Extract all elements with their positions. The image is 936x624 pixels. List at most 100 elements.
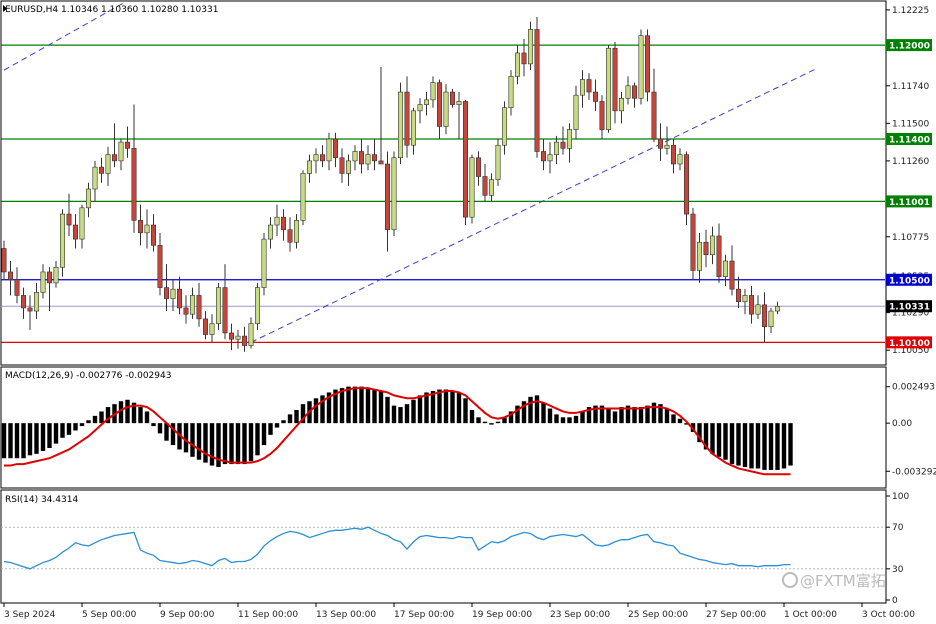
candle-body: [716, 235, 722, 277]
macd-bar: [651, 402, 657, 424]
candle-body: [125, 141, 131, 149]
macd-bar: [391, 405, 397, 424]
price-level-tag-label: 1.11400: [889, 135, 930, 145]
candle-body: [280, 216, 286, 231]
candle-body: [59, 213, 65, 268]
candle-body: [164, 287, 170, 299]
macd-axis: 0.002493 0.00 -0.003292: [886, 383, 936, 477]
candle-body: [651, 91, 657, 140]
price-tick-label: 1.10775: [892, 233, 929, 243]
candle-body: [274, 216, 280, 226]
candle-body: [170, 288, 176, 299]
macd-header: MACD(12,26,9) -0.002776 -0.002943: [5, 371, 171, 381]
candle-body: [449, 91, 455, 105]
candle: [644, 29, 650, 102]
macd-bar: [775, 423, 780, 470]
candle-body: [391, 157, 397, 231]
macd-bar: [736, 423, 741, 466]
candle-body: [8, 271, 14, 281]
macd-bar: [580, 411, 585, 424]
candle-body: [742, 295, 748, 302]
candle: [216, 282, 222, 330]
macd-bar: [255, 423, 260, 456]
candle-body: [332, 138, 338, 159]
candle-body: [183, 307, 189, 315]
macd-bar: [762, 423, 767, 470]
candle-body: [358, 151, 364, 165]
rsi-tick-label: 0: [892, 596, 898, 606]
macd-bar: [190, 423, 195, 457]
candle-body: [138, 220, 144, 234]
macd-bar: [294, 410, 299, 424]
macd-bar: [79, 423, 85, 427]
macd-tick-label: 0.00: [892, 419, 912, 429]
candle: [255, 282, 261, 330]
candle-body: [709, 235, 715, 256]
macd-bar: [482, 421, 488, 424]
candle: [300, 170, 306, 226]
candle-body: [735, 288, 741, 302]
candle: [462, 99, 468, 226]
macd-bar: [612, 411, 618, 424]
candle-body: [365, 154, 371, 165]
candle-body: [690, 213, 696, 271]
rsi-tick-label: 100: [892, 492, 909, 502]
price-tick-label: 1.11740: [892, 82, 929, 92]
candle-body: [540, 151, 546, 162]
rsi-tick-label: 70: [892, 523, 904, 533]
macd-bar: [203, 423, 208, 463]
candle-body: [242, 335, 248, 346]
macd-bar: [222, 423, 228, 465]
macd-bar: [534, 395, 540, 424]
macd-bar: [125, 399, 130, 424]
price-tick-label: 1.12225: [892, 6, 929, 16]
time-tick-label: 3 Oct 00:00: [862, 610, 915, 620]
candle: [690, 207, 696, 280]
macd-bar: [196, 423, 202, 460]
candle-body: [618, 98, 624, 112]
macd-bar: [346, 386, 351, 424]
candle-body: [313, 154, 319, 162]
candle-body: [462, 101, 468, 218]
candle-body: [33, 291, 39, 312]
time-tick-label: 19 Sep 00:00: [472, 610, 532, 620]
macd-bar: [768, 423, 774, 470]
rsi-panel-frame: [0, 489, 887, 604]
candle-body: [14, 279, 20, 296]
candle-body: [625, 85, 631, 99]
macd-bar: [456, 392, 462, 424]
candle-body: [696, 241, 702, 271]
time-tick-label: 1 Oct 00:00: [784, 610, 837, 620]
macd-bar: [268, 423, 273, 435]
time-tick-label: 5 Sep 00:00: [82, 610, 137, 620]
candle-body: [638, 35, 644, 99]
macd-bar: [781, 423, 787, 469]
candle-body: [86, 188, 92, 209]
candle: [261, 232, 267, 296]
candle-body: [417, 104, 423, 112]
candle-body: [423, 99, 429, 105]
candle-body: [456, 101, 462, 105]
price-level-tag: 1.10331: [886, 300, 932, 313]
macd-bar: [157, 423, 163, 434]
macd-bar: [450, 391, 455, 424]
candle-body: [469, 157, 475, 218]
price-level-tag-label: 1.10500: [889, 276, 930, 286]
candle: [683, 151, 689, 226]
candle-body: [612, 47, 618, 112]
price-level-tag: 1.11400: [886, 132, 932, 145]
candle-body: [670, 144, 676, 165]
macd-bar: [1, 423, 7, 459]
price-level-tag: 1.12000: [886, 39, 932, 52]
price-level-tag-label: 1.10100: [889, 339, 930, 349]
macd-bar: [729, 423, 735, 465]
candle-body: [79, 207, 85, 240]
price-tick-label: 1.11260: [892, 157, 929, 167]
candle-body: [157, 245, 163, 288]
time-axis: 3 Sep 2024 5 Sep 00:00 9 Sep 00:00 11 Sep 0…: [3, 603, 915, 620]
candle-body: [255, 287, 261, 324]
macd-bar: [47, 423, 52, 448]
candle-body: [40, 271, 46, 293]
macd-bar: [339, 388, 345, 424]
candle-body: [53, 266, 59, 284]
